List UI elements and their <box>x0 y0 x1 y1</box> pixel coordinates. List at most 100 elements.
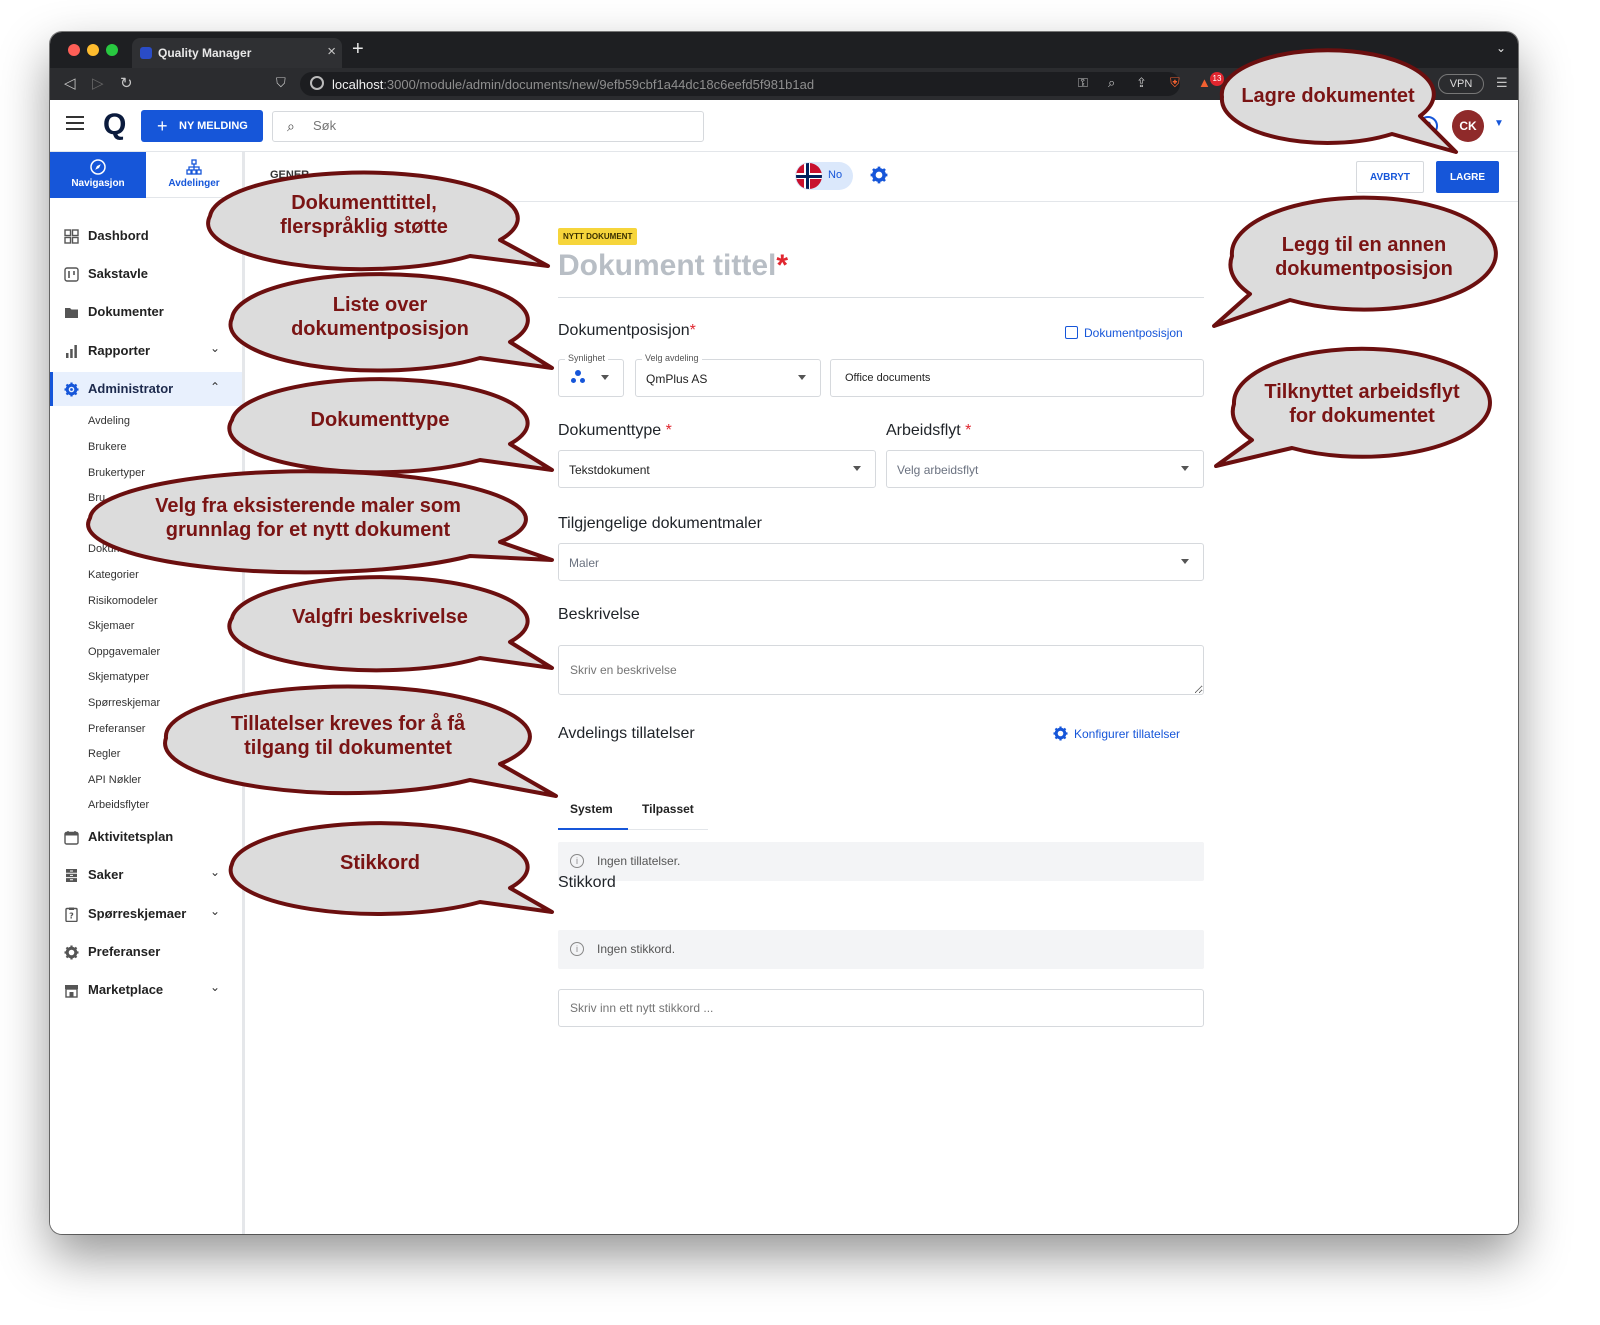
save-button[interactable]: LAGRE <box>1436 161 1499 193</box>
workflow-select[interactable]: Velg arbeidsflyt <box>886 450 1204 488</box>
bookmark-icon[interactable]: ⛉ <box>276 75 286 91</box>
admin-subitem[interactable]: Arbeidsflyter <box>88 799 149 811</box>
sidebar-item-aktivitetsplan[interactable]: Aktivitetsplan <box>50 820 242 854</box>
callout-save-text: Lagre dokumentet <box>1241 85 1415 107</box>
back-icon[interactable]: ◁ <box>64 74 76 92</box>
position-label: Dokumentposisjon* <box>558 322 696 339</box>
admin-subitem[interactable]: Risikomodeler <box>88 595 158 607</box>
admin-subitem[interactable]: API Nøkler <box>88 774 141 786</box>
admin-subitem[interactable]: Brukertyper <box>88 467 145 479</box>
chevron-down-icon[interactable]: ▼ <box>1494 118 1504 129</box>
no-keywords-text: Ingen stikkord. <box>597 942 676 956</box>
sidebar-item-sporreskjemaer[interactable]: ? Spørreskjemaer ⌄ <box>50 897 242 931</box>
help-icon[interactable]: ? <box>1418 116 1438 136</box>
search-input[interactable] <box>313 118 613 133</box>
forward-icon[interactable]: ▷ <box>92 74 104 92</box>
rewards-icon[interactable]: ▲ <box>1198 75 1211 90</box>
chevron-down-icon[interactable]: ⌄ <box>210 904 220 918</box>
templates-select[interactable]: Maler <box>558 543 1204 581</box>
callout-keywords-text: Stikkord <box>339 852 421 874</box>
section-tab[interactable]: GENER <box>270 169 309 181</box>
sidebar-item-administrator[interactable]: Administrator ⌃ <box>50 372 242 406</box>
sidebar-item-label: Sakstavle <box>88 266 148 281</box>
admin-subitem[interactable]: Skjemaer <box>88 620 134 632</box>
zoom-icon[interactable]: ⌕ <box>1108 75 1115 91</box>
new-tab-button[interactable]: + <box>352 38 364 61</box>
admin-gear-icon <box>64 382 79 397</box>
sidebar-item-rapporter[interactable]: Rapporter ⌄ <box>50 334 242 368</box>
document-title-input[interactable]: Dokument tittel* <box>558 249 788 283</box>
no-permissions-text: Ingen tillatelser. <box>597 854 681 868</box>
svg-text:?: ? <box>69 912 74 921</box>
callout-doctype-text: Dokumenttype <box>310 409 450 431</box>
chevron-down-icon[interactable]: ⌄ <box>210 980 220 994</box>
folder-field[interactable]: Office documents <box>830 359 1204 397</box>
sidebar-item-label: Preferanser <box>88 944 161 959</box>
description-textarea[interactable] <box>558 645 1204 695</box>
browser-menu-icon[interactable]: ☰ <box>1496 75 1508 91</box>
plus-icon: + <box>157 116 168 136</box>
callout-workflow-line: Tilknyttet arbeidsflyt <box>1264 381 1460 403</box>
callout-permissions-line: Tillatelser kreves for å få <box>230 713 466 735</box>
admin-subitem[interactable]: Skjematyper <box>88 671 149 683</box>
keyword-input[interactable] <box>558 989 1204 1027</box>
tab-list-chevron-icon[interactable]: ⌄ <box>1496 41 1506 55</box>
close-tab-icon[interactable]: × <box>327 43 336 60</box>
doctype-select[interactable]: Tekstdokument <box>558 450 876 488</box>
key-icon[interactable]: ⚿ <box>1078 75 1088 91</box>
vpn-button[interactable]: VPN <box>1438 74 1484 94</box>
admin-subitem[interactable]: Avdeling <box>88 415 130 427</box>
sidebar-item-marketplace[interactable]: Marketplace ⌄ <box>50 973 242 1007</box>
tab-navigation[interactable]: Navigasjon <box>50 152 146 198</box>
permission-tabs: System Tilpasset <box>558 792 708 830</box>
chevron-up-icon[interactable]: ⌃ <box>210 380 220 394</box>
share-icon[interactable]: ⇪ <box>1136 75 1147 91</box>
tab-system[interactable]: System <box>570 802 613 816</box>
new-message-button[interactable]: + NY MELDING <box>141 110 263 142</box>
close-window-button[interactable] <box>68 44 80 56</box>
admin-subitem[interactable]: Kategorier <box>88 569 139 581</box>
add-position-link[interactable]: Dokumentposisjon <box>1065 326 1183 340</box>
chevron-down-icon[interactable]: ⌄ <box>210 865 220 879</box>
browser-tab[interactable]: Quality Manager × <box>132 38 342 68</box>
sidebar-item-sakstavle[interactable]: Sakstavle <box>50 257 242 291</box>
templates-placeholder: Maler <box>569 556 600 570</box>
norway-flag-icon <box>796 163 822 189</box>
sidebar-item-label: Dashbord <box>88 228 149 243</box>
admin-subitem[interactable]: Dokume <box>88 543 129 555</box>
settings-gear-icon[interactable] <box>870 166 888 184</box>
minimize-window-button[interactable] <box>87 44 99 56</box>
menu-icon[interactable] <box>66 116 84 130</box>
search-box[interactable]: ⌕ <box>272 111 704 142</box>
maximize-window-button[interactable] <box>106 44 118 56</box>
address-bar[interactable]: localhost:3000/module/admin/documents/ne… <box>300 72 1180 96</box>
workflow-label: Arbeidsflyt * <box>886 422 972 439</box>
callout-position-list-line: Liste over <box>332 294 428 316</box>
calendar-icon <box>64 831 79 845</box>
sidebar-item-dokumenter[interactable]: Dokumenter <box>50 295 242 329</box>
visibility-select[interactable]: Synlighet <box>558 353 624 397</box>
cancel-button[interactable]: AVBRYT <box>1356 161 1424 193</box>
store-icon <box>65 985 78 998</box>
tab-custom[interactable]: Tilpasset <box>642 802 694 816</box>
reload-icon[interactable]: ↻ <box>120 74 133 92</box>
site-info-icon[interactable] <box>310 76 324 90</box>
admin-subitem[interactable]: Brukere <box>88 441 127 453</box>
configure-permissions-link[interactable]: Konfigurer tillatelser <box>1053 726 1180 741</box>
department-select[interactable]: Velg avdeling QmPlus AS <box>635 353 821 397</box>
callout-title-line: Dokumenttittel, <box>291 192 437 214</box>
brave-shield-icon[interactable]: ⛨ <box>1170 75 1180 91</box>
avatar[interactable]: CK <box>1452 110 1484 142</box>
admin-subitem[interactable]: Preferanser <box>88 723 145 735</box>
sidebar-item-label: Administrator <box>88 381 174 396</box>
chevron-down-icon[interactable]: ⌄ <box>210 341 220 355</box>
sidebar-item-saker[interactable]: Saker ⌄ <box>50 858 242 892</box>
templates-label: Tilgjengelige dokumentmaler <box>558 515 762 532</box>
language-selector[interactable]: No <box>795 162 853 190</box>
admin-subitem[interactable]: Oppgavemaler <box>88 646 160 658</box>
admin-subitem[interactable]: Spørreskjemar <box>88 697 160 709</box>
sidebar-item-preferanser[interactable]: Preferanser <box>50 935 242 969</box>
app-logo[interactable]: Q <box>103 108 126 142</box>
dropdown-arrow-icon <box>798 375 806 380</box>
admin-subitem[interactable]: Regler <box>88 748 120 760</box>
